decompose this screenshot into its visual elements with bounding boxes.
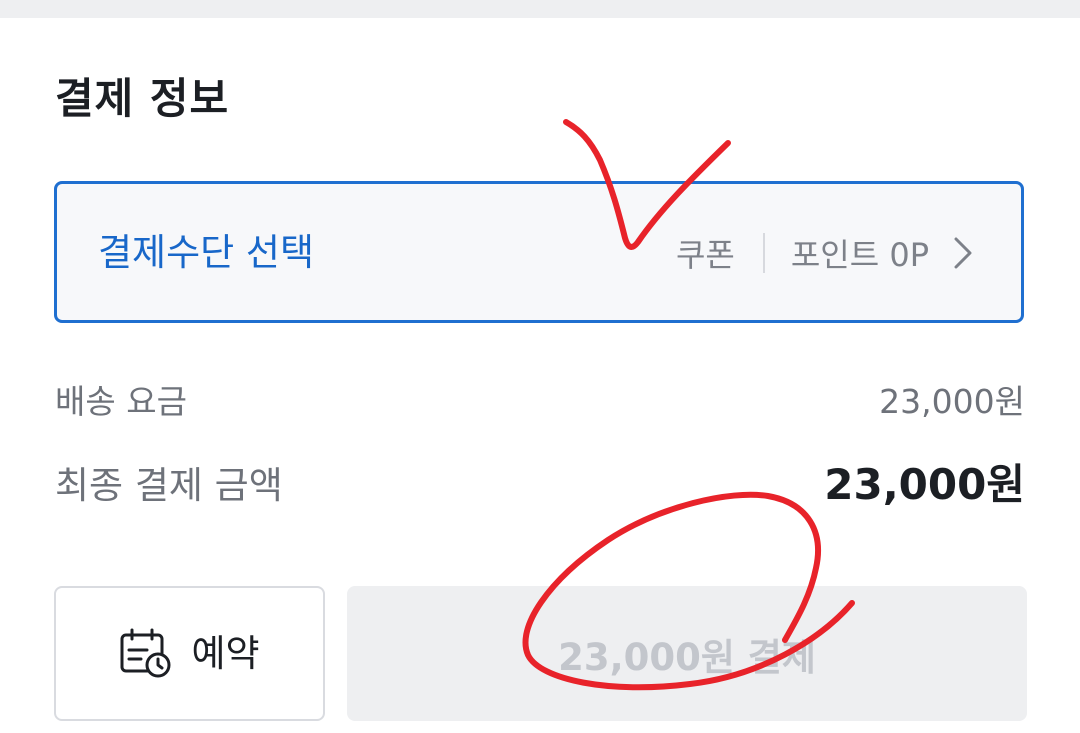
top-divider-strip xyxy=(0,0,1080,18)
payment-info-title: 결제 정보 xyxy=(55,74,230,123)
payment-method-label: 결제수단 선택 xyxy=(98,231,315,274)
chevron-right-icon xyxy=(953,236,973,270)
shipping-fee-value: 23,000원 xyxy=(879,382,1025,421)
points-label: 포인트 0P xyxy=(790,236,929,274)
shipping-fee-label: 배송 요금 xyxy=(55,382,187,421)
pay-button[interactable]: 23,000원 결제 xyxy=(347,586,1027,721)
final-amount-label: 최종 결제 금액 xyxy=(55,464,283,507)
pay-button-label: 23,000원 결제 xyxy=(558,635,816,679)
reserve-button[interactable]: 예약 xyxy=(54,586,325,721)
reserve-button-label: 예약 xyxy=(191,631,260,675)
calendar-clock-icon xyxy=(119,628,173,680)
final-amount-value: 23,000원 xyxy=(824,460,1025,509)
summary-divider xyxy=(762,233,765,273)
payment-method-selector[interactable]: 결제수단 선택 쿠폰 포인트 0P xyxy=(54,181,1024,323)
coupon-label: 쿠폰 xyxy=(675,236,735,274)
payment-method-summary: 쿠폰 포인트 0P xyxy=(676,231,973,275)
